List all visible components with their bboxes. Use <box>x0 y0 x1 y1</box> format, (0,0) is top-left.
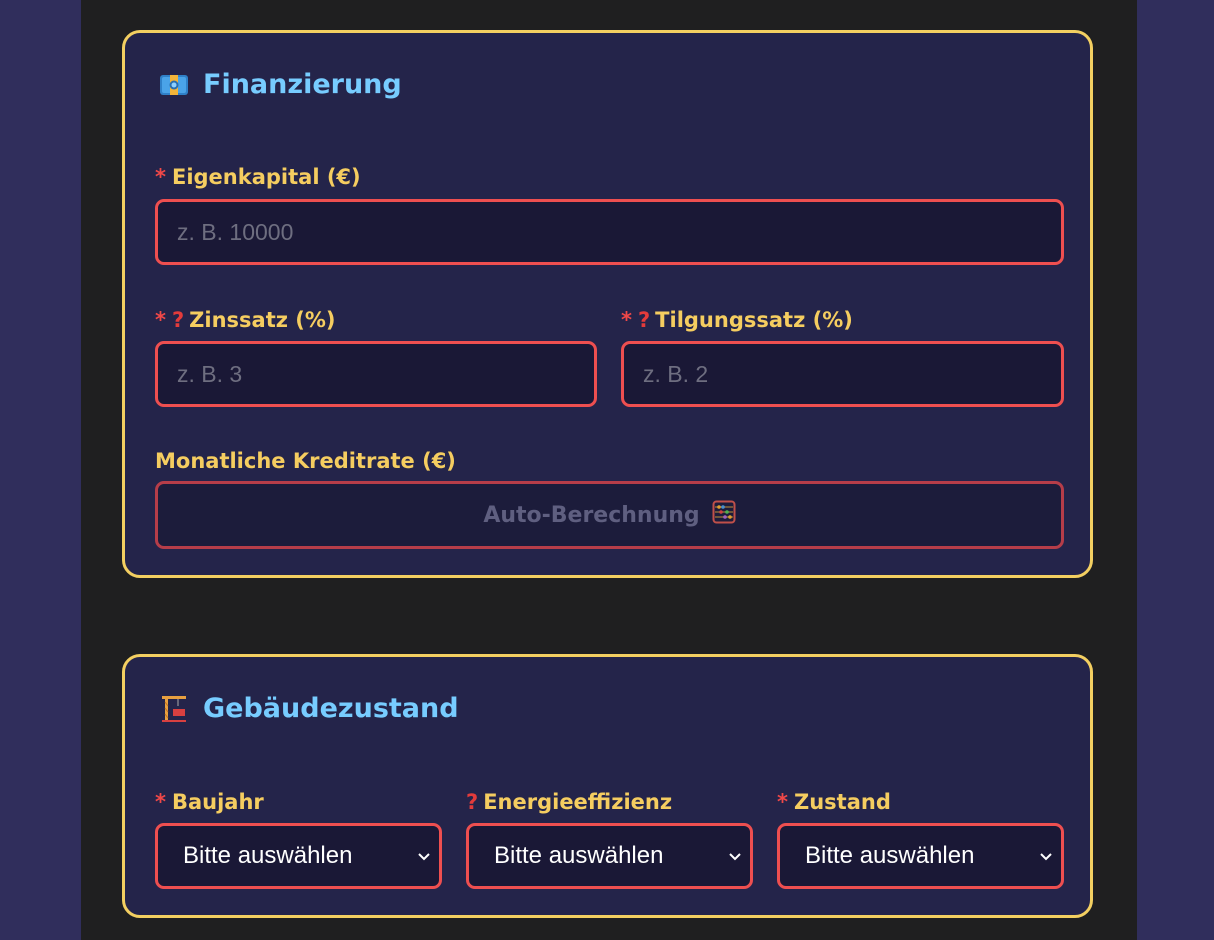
build-year-label: * Baujahr <box>155 790 264 814</box>
build-year-label-text: Baujahr <box>171 790 264 814</box>
repayment-label-text: Tilgungssatz (%) <box>655 308 853 332</box>
equity-label: * Eigenkapital (€) <box>155 165 361 189</box>
building-title-text: Gebäudezustand <box>203 693 459 724</box>
auto-calc-text: Auto-Berechnung <box>483 502 700 528</box>
equity-input[interactable] <box>155 199 1064 265</box>
help-question-icon[interactable]: ? <box>638 308 650 332</box>
condition-label-text: Zustand <box>793 790 891 814</box>
money-banknote-icon <box>159 70 189 100</box>
energy-efficiency-label-text: Energieeffizienz <box>483 790 673 814</box>
help-question-icon[interactable]: ? <box>172 308 184 332</box>
monthly-rate-label-text: Monatliche Kreditrate (€) <box>155 449 456 473</box>
chevron-down-icon <box>728 846 742 874</box>
required-marker: * <box>621 308 632 332</box>
energy-efficiency-select[interactable]: Bitte auswählen <box>466 823 753 889</box>
abacus-icon <box>712 500 736 530</box>
condition-select[interactable]: Bitte auswählen <box>777 823 1064 889</box>
building-condition-card: Gebäudezustand * Baujahr Bitte auswählen … <box>122 654 1093 918</box>
chevron-down-icon <box>417 846 431 874</box>
monthly-rate-label: Monatliche Kreditrate (€) <box>155 449 456 473</box>
interest-rate-input[interactable] <box>155 341 597 407</box>
financing-title: Finanzierung <box>159 69 402 100</box>
energy-efficiency-label: ? Energieeffizienz <box>466 790 672 814</box>
build-year-selected: Bitte auswählen <box>183 842 353 869</box>
building-title: Gebäudezustand <box>159 693 459 724</box>
build-year-select[interactable]: Bitte auswählen <box>155 823 442 889</box>
required-marker: * <box>155 165 166 189</box>
equity-label-text: Eigenkapital (€) <box>171 165 361 189</box>
required-marker: * <box>777 790 788 814</box>
help-question-icon[interactable]: ? <box>466 790 478 814</box>
page-container: Finanzierung *Eigenkapital (€) *?Zinssat… <box>81 0 1137 940</box>
interest-label: *? Zinssatz (%) <box>155 308 336 332</box>
financing-card: Finanzierung *Eigenkapital (€) *?Zinssat… <box>122 30 1093 578</box>
repayment-rate-input[interactable] <box>621 341 1064 407</box>
financing-title-text: Finanzierung <box>203 69 402 100</box>
energy-efficiency-selected: Bitte auswählen <box>494 842 664 869</box>
condition-label: * Zustand <box>777 790 891 814</box>
building-construction-icon <box>159 694 189 724</box>
required-marker: * <box>155 790 166 814</box>
monthly-rate-output: Auto-Berechnung <box>155 481 1064 549</box>
interest-label-text: Zinssatz (%) <box>189 308 336 332</box>
condition-selected: Bitte auswählen <box>805 842 975 869</box>
chevron-down-icon <box>1039 846 1053 874</box>
required-marker: * <box>155 308 166 332</box>
repayment-label: *? Tilgungssatz (%) <box>621 308 853 332</box>
